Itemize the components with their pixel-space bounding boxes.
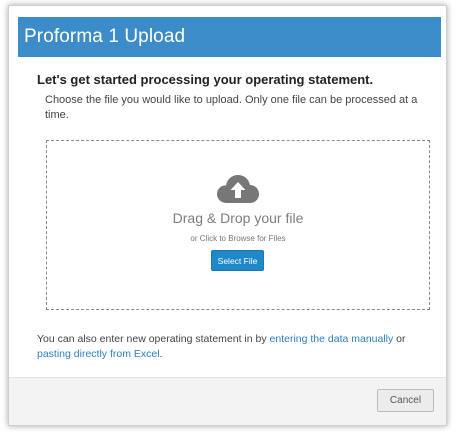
- dialog-title: Proforma 1 Upload: [24, 26, 186, 47]
- dialog-header: Proforma 1 Upload: [18, 17, 441, 57]
- select-file-button[interactable]: Select File: [211, 250, 264, 271]
- alt-prefix: You can also enter new operating stateme…: [37, 333, 270, 345]
- alt-suffix: .: [159, 348, 163, 360]
- file-dropzone[interactable]: Drag & Drop your file or Click to Browse…: [46, 140, 430, 310]
- alternative-options-text: You can also enter new operating stateme…: [37, 332, 442, 362]
- dropzone-subtitle: or Click to Browse for Files: [190, 234, 286, 243]
- intro-heading: Let's get started processing your operat…: [37, 72, 374, 87]
- dialog-footer: Cancel: [9, 377, 446, 425]
- cloud-upload-icon: [217, 175, 259, 203]
- cancel-button[interactable]: Cancel: [377, 389, 434, 412]
- upload-dialog: Proforma 1 Upload Let's get started proc…: [8, 5, 447, 426]
- paste-from-excel-link[interactable]: pasting directly from Excel: [37, 348, 160, 360]
- dropzone-title: Drag & Drop your file: [172, 210, 304, 226]
- alt-middle: or: [393, 333, 406, 345]
- intro-instructions: Choose the file you would like to upload…: [45, 94, 418, 121]
- enter-manually-link[interactable]: entering the data manually: [270, 333, 394, 345]
